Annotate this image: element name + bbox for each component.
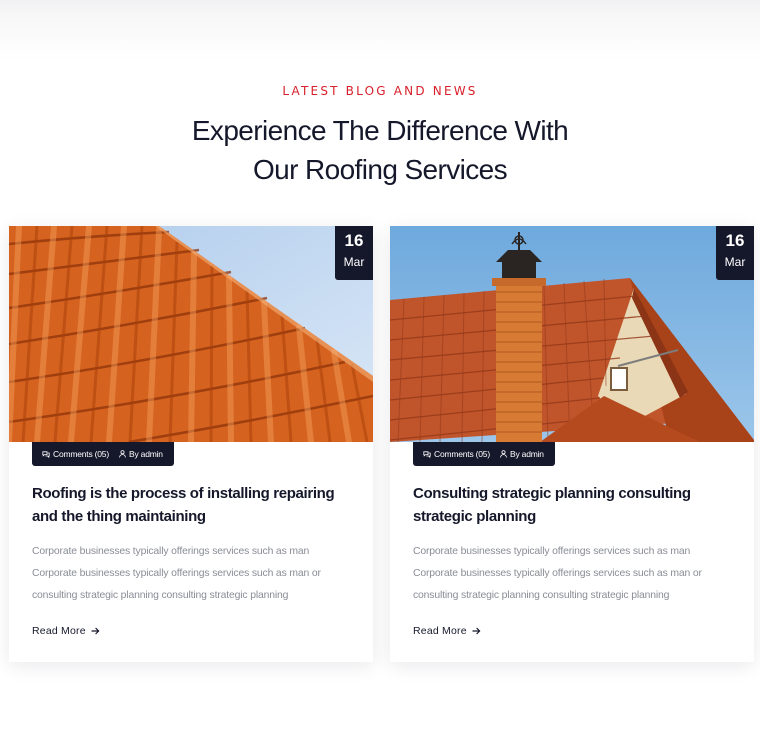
comments-icon bbox=[423, 450, 431, 458]
user-icon bbox=[119, 450, 126, 458]
date-day: 16 bbox=[725, 231, 745, 250]
section-title-line-1: Experience The Difference With bbox=[191, 115, 569, 146]
comments-meta[interactable]: Comments (05) bbox=[42, 449, 109, 459]
author-meta[interactable]: By admin bbox=[500, 449, 544, 459]
read-more-link[interactable]: Read More bbox=[413, 625, 481, 637]
post-excerpt: Corporate businesses typically offerings… bbox=[32, 546, 321, 601]
section-title: Experience The Difference With Our Roofi… bbox=[0, 111, 760, 189]
comments-icon bbox=[42, 450, 50, 458]
post-title[interactable]: Consulting strategic planning consulting… bbox=[413, 482, 733, 528]
top-divider bbox=[0, 0, 760, 60]
date-badge: 16 Mar bbox=[716, 226, 754, 280]
date-month: Mar bbox=[724, 255, 746, 269]
read-more-label: Read More bbox=[413, 625, 467, 637]
comments-count: Comments (05) bbox=[53, 449, 109, 459]
section-header: LATEST BLOG AND NEWS Experience The Diff… bbox=[0, 84, 760, 189]
post-excerpt: Corporate businesses typically offerings… bbox=[413, 546, 702, 601]
author-name: By admin bbox=[128, 449, 163, 459]
date-badge: 16 Mar bbox=[335, 226, 373, 280]
blog-card[interactable]: 16 Mar Comments (05) By admin Consulting… bbox=[390, 226, 754, 662]
post-meta: Comments (05) By admin bbox=[413, 442, 555, 466]
comments-count: Comments (05) bbox=[434, 449, 490, 459]
post-meta: Comments (05) By admin bbox=[32, 442, 174, 466]
read-more-link[interactable]: Read More bbox=[32, 625, 100, 637]
author-name: By admin bbox=[509, 449, 544, 459]
section-title-line-2: Our Roofing Services bbox=[252, 154, 508, 185]
date-day: 16 bbox=[344, 231, 364, 250]
post-title[interactable]: Roofing is the process of installing rep… bbox=[32, 482, 352, 528]
date-month: Mar bbox=[343, 255, 365, 269]
blog-image-chimney-roof[interactable]: 16 Mar bbox=[390, 226, 754, 442]
arrow-right-icon bbox=[472, 627, 481, 635]
arrow-right-icon bbox=[91, 627, 100, 635]
section-eyebrow: LATEST BLOG AND NEWS bbox=[282, 84, 478, 98]
blog-image-roof-tiles[interactable]: 16 Mar bbox=[9, 226, 373, 442]
read-more-label: Read More bbox=[32, 625, 86, 637]
blog-card[interactable]: 16 Mar Comments (05) By admin Roofing is… bbox=[9, 226, 373, 662]
author-meta[interactable]: By admin bbox=[119, 449, 163, 459]
user-icon bbox=[500, 450, 507, 458]
comments-meta[interactable]: Comments (05) bbox=[423, 449, 490, 459]
